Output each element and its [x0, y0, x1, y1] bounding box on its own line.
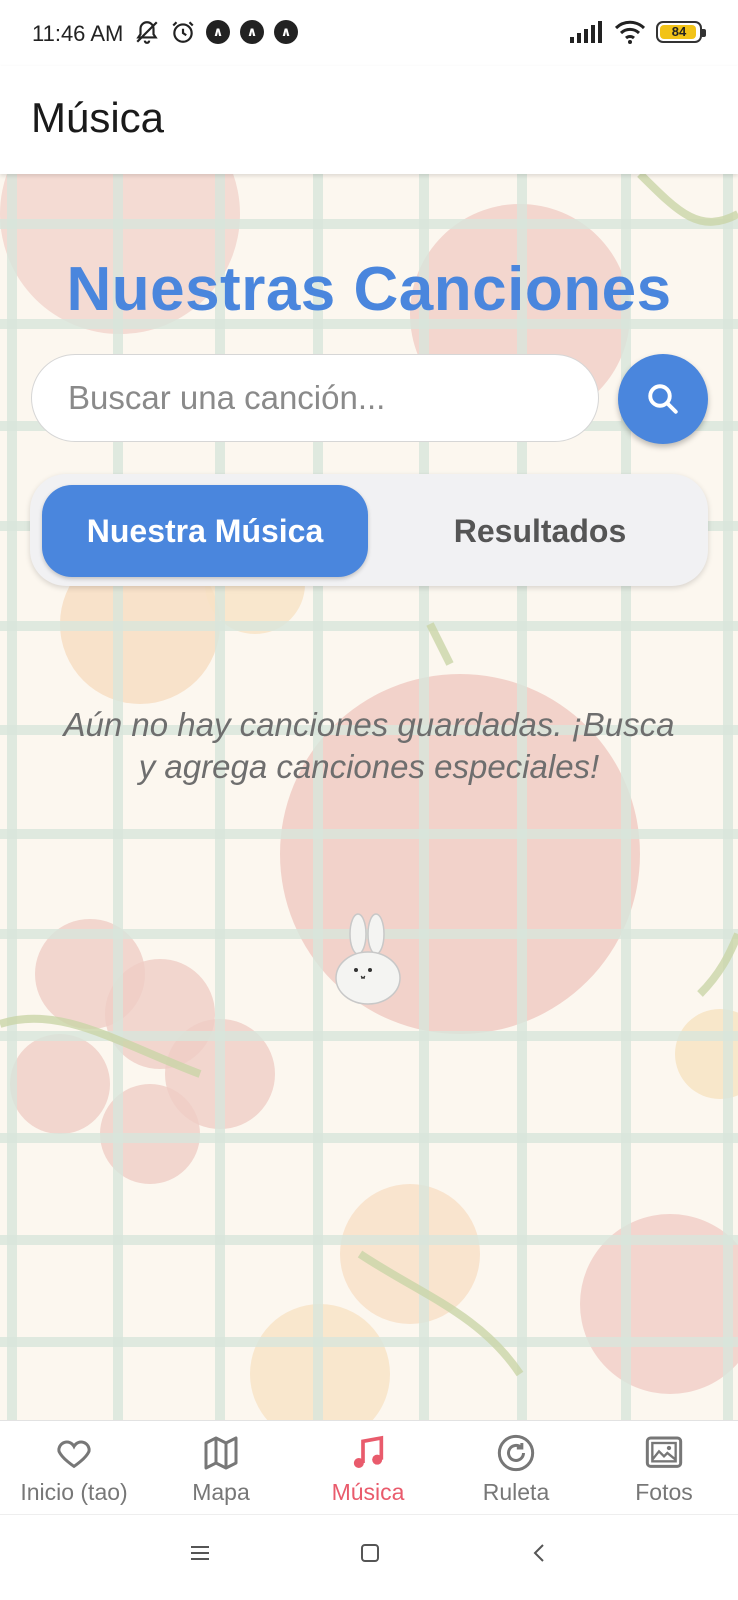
home-icon[interactable] — [358, 1541, 382, 1565]
app-notification-icon: ∧ — [274, 20, 298, 44]
app-notification-icon: ∧ — [206, 20, 230, 44]
bell-off-icon — [136, 21, 158, 44]
page-title: Música — [31, 94, 165, 141]
search-button[interactable] — [618, 354, 708, 444]
bottom-navigation: Inicio (tao) Mapa Música Ruleta Fotos — [0, 1420, 738, 1514]
empty-state-message: Aún no hay canciones guardadas. ¡Busca y… — [63, 706, 675, 785]
battery-level: 84 — [671, 24, 687, 39]
system-navigation-bar — [0, 1514, 738, 1600]
nav-item-musica[interactable]: Música — [294, 1433, 442, 1506]
nav-item-mapa[interactable]: Mapa — [147, 1433, 295, 1506]
alarm-icon — [172, 21, 194, 43]
nav-label: Fotos — [635, 1479, 693, 1505]
nav-label: Inicio (tao) — [20, 1479, 128, 1505]
nav-item-ruleta[interactable]: Ruleta — [442, 1433, 590, 1506]
nav-label: Música — [331, 1479, 405, 1505]
photos-icon — [645, 1436, 683, 1468]
music-note-icon — [353, 1435, 384, 1468]
tab-resultados[interactable]: Resultados — [390, 485, 690, 577]
app-bar: Música — [0, 66, 738, 174]
map-icon — [204, 1436, 238, 1470]
back-icon[interactable] — [528, 1541, 552, 1565]
app-notification-icon: ∧ — [240, 20, 264, 44]
status-bar: 11:46 AM ∧ ∧ ∧ 84 — [0, 0, 738, 66]
menu-icon[interactable] — [188, 1541, 212, 1565]
battery-icon: 84 — [656, 21, 706, 43]
nav-item-fotos[interactable]: Fotos — [590, 1433, 738, 1506]
search-icon — [648, 384, 678, 414]
search-field[interactable] — [31, 354, 599, 442]
section-heading: Nuestras Canciones — [66, 255, 672, 324]
status-notification-icons: ∧ ∧ ∧ — [134, 19, 298, 45]
main-content: Nuestras Canciones Nuestra Música Result… — [0, 174, 738, 1420]
search-input[interactable] — [68, 379, 598, 417]
bunny-icon — [335, 913, 401, 1005]
nav-label: Mapa — [192, 1479, 250, 1505]
status-time: 11:46 AM — [32, 21, 124, 46]
tab-bar: Nuestra Música Resultados — [30, 474, 708, 586]
status-system-icons: 84 — [570, 20, 706, 44]
heart-icon — [57, 1440, 91, 1469]
refresh-icon — [497, 1434, 535, 1472]
nav-item-inicio[interactable]: Inicio (tao) — [0, 1433, 148, 1506]
signal-icon — [570, 21, 602, 43]
wifi-icon — [614, 20, 646, 44]
tab-nuestra-musica[interactable]: Nuestra Música — [42, 485, 368, 577]
nav-label: Ruleta — [482, 1479, 550, 1505]
